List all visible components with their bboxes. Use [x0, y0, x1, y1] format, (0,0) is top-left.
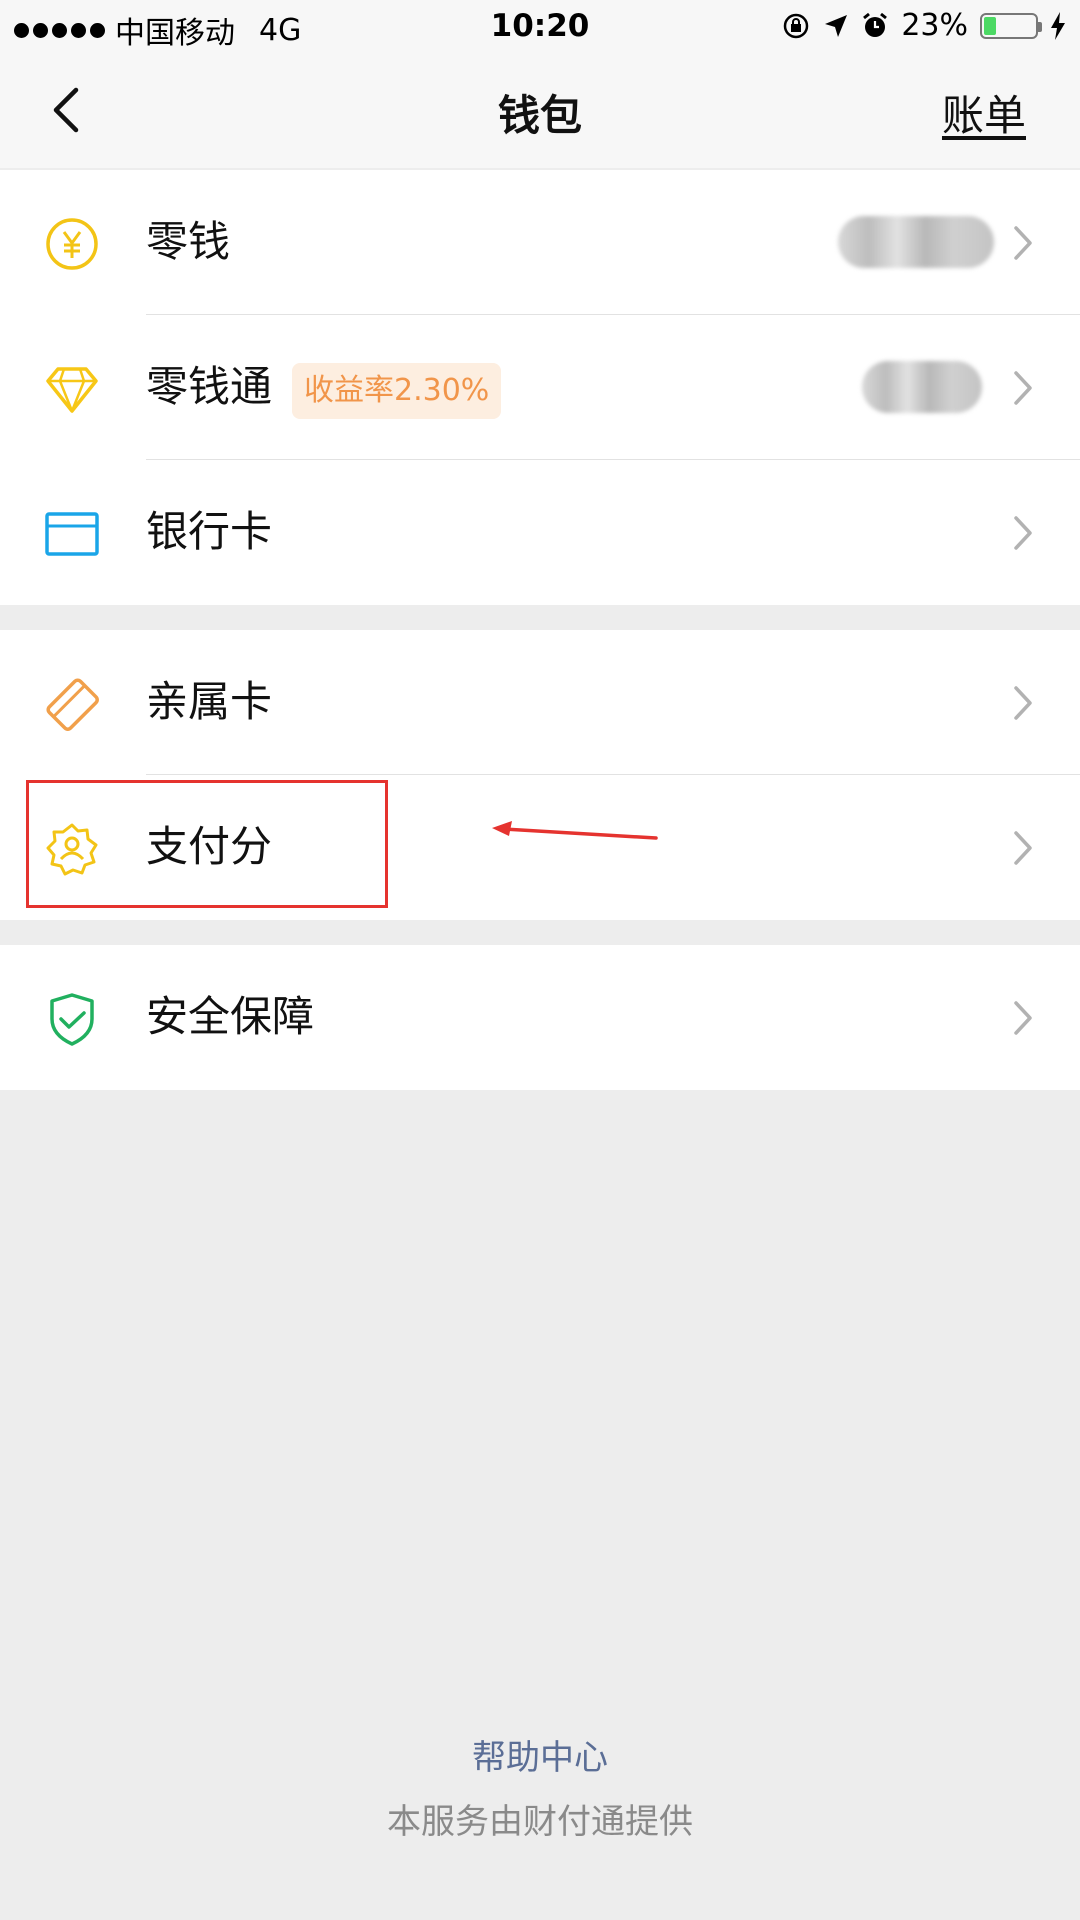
list-item-change[interactable]: 零钱: [0, 170, 1080, 315]
bill-link[interactable]: 账单: [942, 82, 1026, 143]
item-label: 零钱通: [146, 362, 273, 411]
annotation-arrow: [492, 821, 658, 840]
diamond-icon: [46, 367, 98, 413]
help-center-link[interactable]: 帮助中心: [0, 1730, 1080, 1779]
shield-check-icon: [50, 993, 94, 1046]
item-label: 零钱: [146, 217, 231, 266]
rotation-lock-icon: [784, 13, 809, 38]
item-label: 银行卡: [146, 507, 273, 556]
status-right: 23%: [781, 8, 1066, 43]
list-item-change-pass[interactable]: 零钱通 收益率2.30%: [0, 315, 1080, 460]
list-item-security[interactable]: 安全保障: [0, 945, 1080, 1090]
item-label: 安全保障: [146, 992, 315, 1041]
yield-rate-badge: 收益率2.30%: [292, 363, 502, 419]
balance-value-hidden: [862, 361, 982, 413]
status-bar: 中国移动 4G 10:20 23%: [0, 0, 1080, 54]
chevron-right-icon: [1014, 226, 1032, 260]
balance-value-hidden: [838, 216, 994, 268]
family-card-icon: [46, 678, 99, 731]
yuan-coin-icon: [46, 218, 98, 270]
battery-icon: [980, 12, 1042, 39]
chevron-right-icon: [1014, 1001, 1032, 1035]
wallet-group-security: 安全保障: [0, 945, 1080, 1090]
chevron-right-icon: [1014, 371, 1032, 405]
nav-bar: 钱包 账单: [0, 54, 1080, 168]
bank-card-icon: [45, 512, 99, 556]
item-label: 亲属卡: [146, 677, 273, 726]
alarm-clock-icon: [863, 12, 888, 37]
location-arrow-icon: [825, 14, 848, 37]
wallet-group-funds: 零钱 零钱通 收益率2.30% 银行卡: [0, 170, 1080, 605]
charging-bolt-icon: [1051, 11, 1065, 40]
chevron-right-icon: [1014, 831, 1032, 865]
chevron-right-icon: [1014, 516, 1032, 550]
provider-note: 本服务由财付通提供: [387, 1802, 693, 1842]
chevron-right-icon: [1014, 686, 1032, 720]
page-title: 钱包: [497, 91, 582, 140]
list-item-bank-card[interactable]: 银行卡: [0, 460, 1080, 605]
list-item-family-card[interactable]: 亲属卡: [0, 630, 1080, 775]
battery-percent: 23%: [901, 8, 968, 43]
annotation-highlight-box: [26, 780, 388, 908]
